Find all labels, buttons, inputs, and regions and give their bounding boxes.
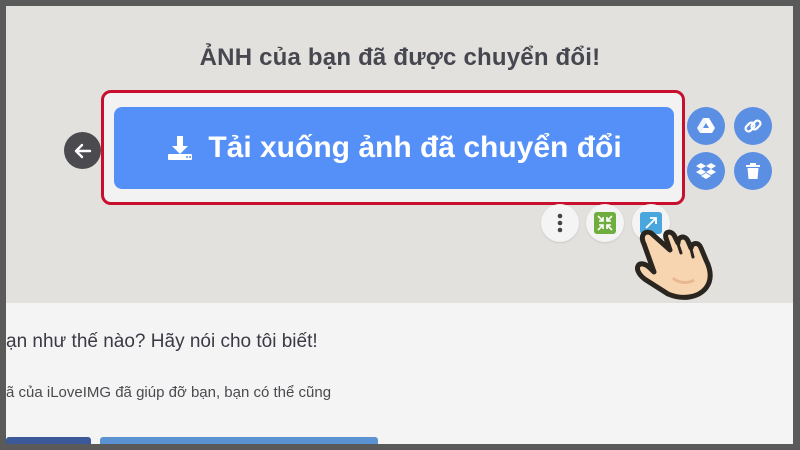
frame-bottom-border bbox=[0, 444, 800, 450]
save-to-google-drive-button[interactable] bbox=[687, 107, 725, 145]
link-icon bbox=[744, 119, 762, 133]
feedback-text: ã của iLoveIMG đã giúp đỡ bạn, bạn có th… bbox=[6, 384, 332, 401]
more-vertical-icon bbox=[557, 213, 563, 233]
share-link-button[interactable] bbox=[734, 107, 772, 145]
download-icon bbox=[168, 136, 193, 160]
result-headline: ẢNH của bạn đã được chuyển đổi! bbox=[199, 44, 601, 71]
dropbox-icon bbox=[696, 163, 716, 179]
social-share-button-twitter[interactable] bbox=[100, 437, 378, 444]
feedback-panel bbox=[6, 303, 793, 444]
back-button[interactable] bbox=[64, 132, 101, 169]
compress-icon bbox=[594, 212, 616, 234]
arrow-left-icon bbox=[74, 143, 91, 158]
more-options-button[interactable] bbox=[541, 204, 579, 242]
save-to-dropbox-button[interactable] bbox=[687, 152, 725, 190]
download-button-label: Tải xuống ảnh đã chuyển đổi bbox=[208, 131, 622, 164]
trash-icon bbox=[746, 163, 760, 179]
pointing-hand-icon bbox=[635, 229, 713, 300]
feedback-title: ạn như thế nào? Hãy nói cho tôi biết! bbox=[6, 331, 318, 352]
download-converted-button[interactable]: Tải xuống ảnh đã chuyển đổi bbox=[114, 107, 674, 189]
google-drive-icon bbox=[697, 118, 715, 133]
delete-button[interactable] bbox=[734, 152, 772, 190]
social-share-button-facebook[interactable] bbox=[6, 437, 91, 444]
